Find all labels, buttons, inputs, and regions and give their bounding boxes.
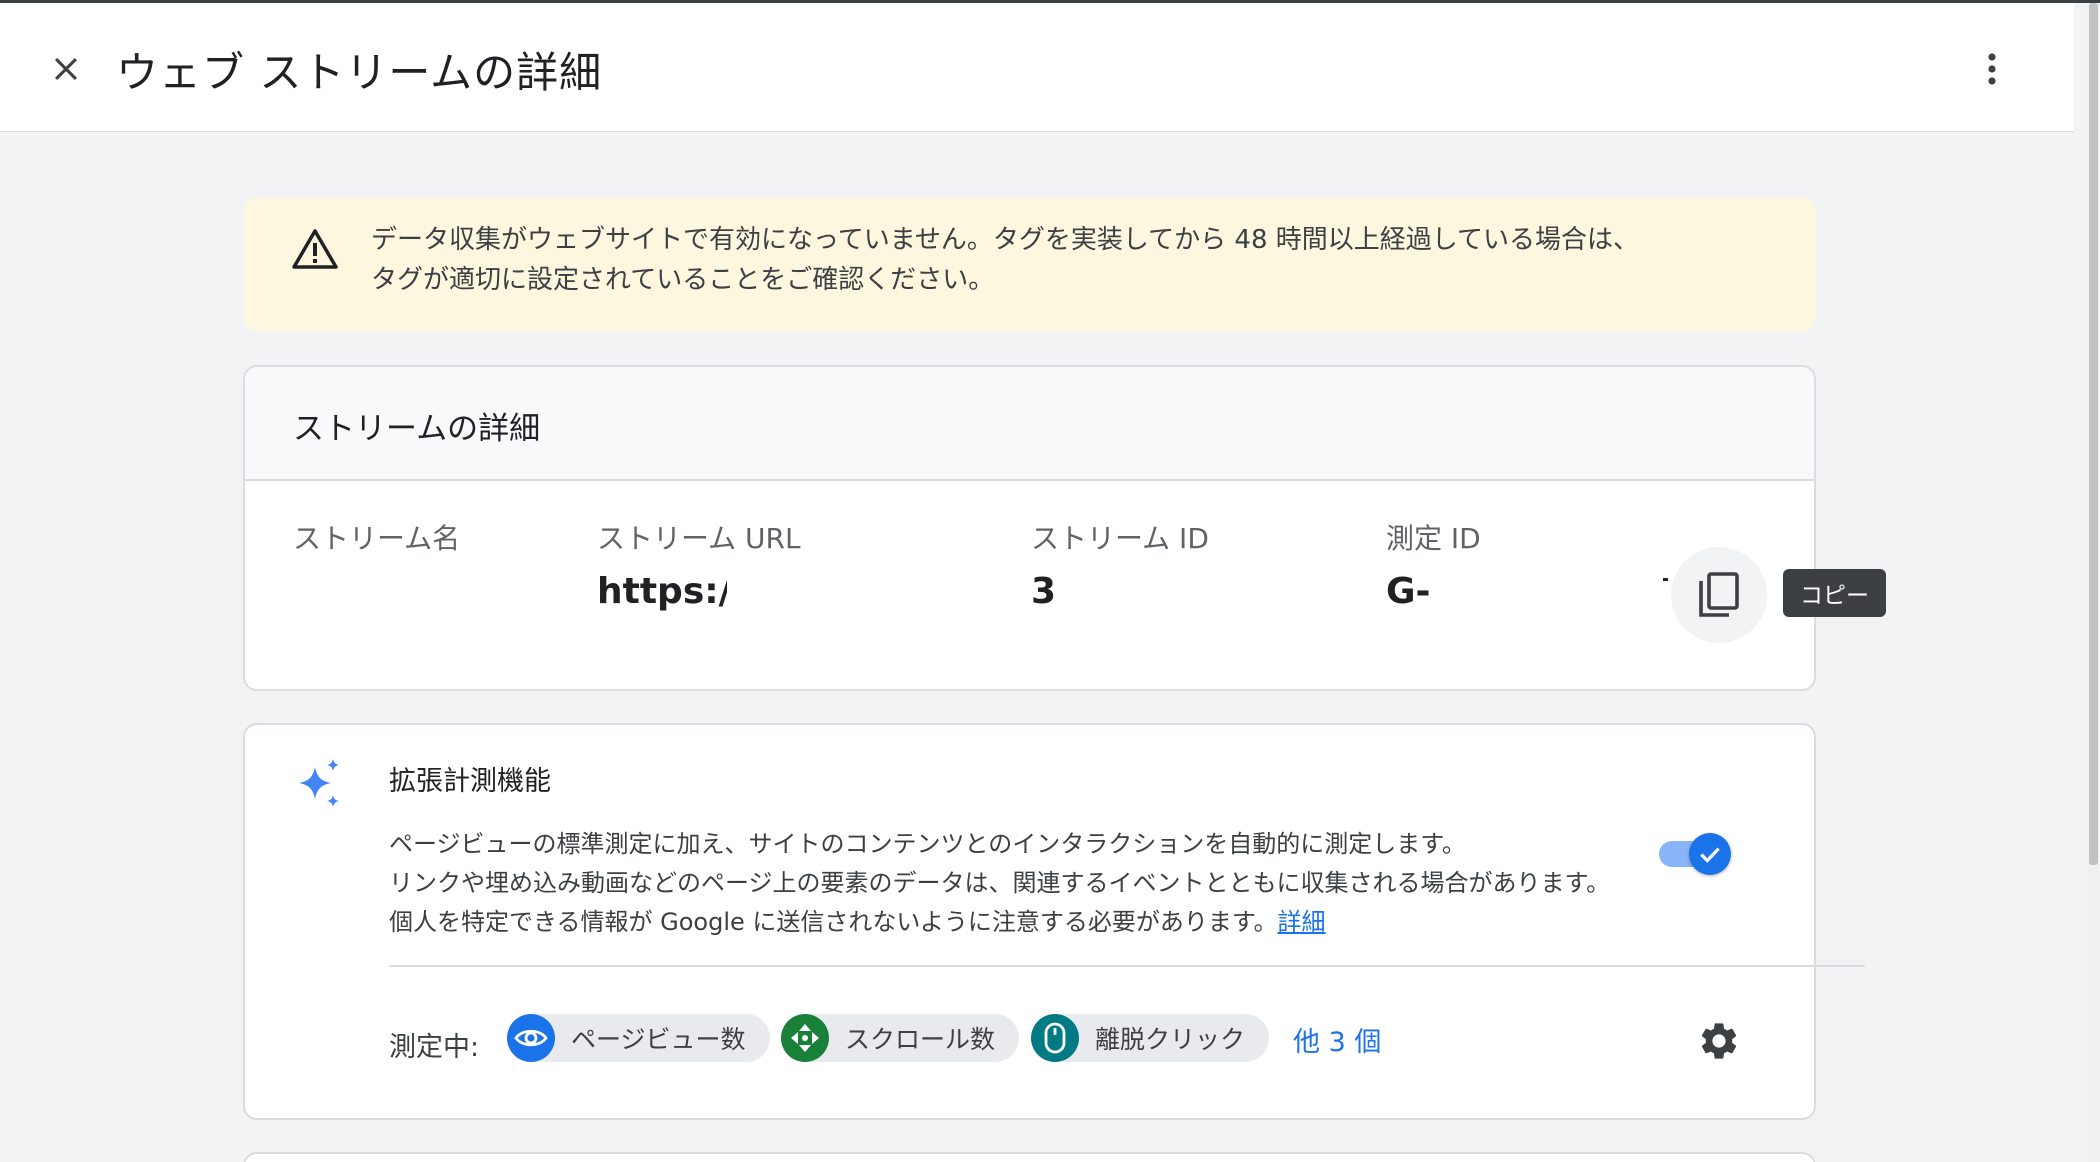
- chip-label: 離脱クリック: [1095, 1025, 1246, 1054]
- close-button[interactable]: [40, 43, 92, 95]
- stream-url-label: ストリーム URL: [597, 522, 801, 555]
- enhanced-measurement-toggle[interactable]: [1655, 833, 1735, 875]
- warning-line-1: データ収集がウェブサイトで有効になっていません。タグを実装してから 48 時間以…: [371, 225, 1639, 255]
- enhanced-measurement-description: ページビューの標準測定に加え、サイトのコンテンツとのインタラクションを自動的に測…: [389, 825, 1610, 942]
- chip-label: ページビュー数: [571, 1025, 746, 1054]
- description-line-3-text: 個人を特定できる情報が Google に送信されないように注意する必要があります…: [389, 908, 1278, 936]
- warning-message: データ収集がウェブサイトで有効になっていません。タグを実装してから 48 時間以…: [371, 220, 1639, 300]
- measurement-id-overflow: [1663, 578, 1668, 581]
- measurement-id-label: 測定 ID: [1386, 522, 1481, 555]
- page-header: ウェブ ストリームの詳細: [0, 3, 2074, 132]
- learn-more-link[interactable]: 詳細: [1278, 908, 1326, 936]
- close-icon: [54, 57, 78, 81]
- scroll-arrows-icon: [781, 1014, 829, 1062]
- enhanced-measurement-settings-button[interactable]: [1693, 1015, 1745, 1067]
- more-vert-icon: [1988, 53, 1996, 85]
- chip-scrolls[interactable]: スクロール数: [781, 1014, 1020, 1062]
- chip-page-views[interactable]: ページビュー数: [507, 1014, 770, 1062]
- mouse-icon: [1031, 1014, 1079, 1062]
- copy-icon: [1699, 572, 1739, 617]
- more-options-button[interactable]: [1966, 43, 2018, 95]
- stream-details-header: ストリームの詳細: [245, 367, 1814, 481]
- enhanced-measurement-card: 拡張計測機能 ページビューの標準測定に加え、サイトのコンテンツとのインタラクショ…: [243, 723, 1865, 1120]
- stream-id-label: ストリーム ID: [1031, 522, 1209, 555]
- chip-label: スクロール数: [845, 1025, 996, 1054]
- check-icon: [1700, 847, 1720, 863]
- stream-name-label: ストリーム名: [293, 522, 461, 555]
- chip-outbound-clicks[interactable]: 離脱クリック: [1031, 1014, 1270, 1062]
- eye-icon: [507, 1014, 555, 1062]
- page-title: ウェブ ストリームの詳細: [116, 48, 603, 97]
- copy-measurement-id-button[interactable]: [1671, 547, 1767, 643]
- stream-details-card: ストリームの詳細 ストリーム名 ストリーム URL https:// ストリーム…: [243, 365, 1816, 691]
- measuring-label: 測定中:: [389, 1032, 480, 1063]
- enhanced-measurement-title: 拡張計測機能: [389, 766, 551, 797]
- measurement-id-value: G-: [1386, 571, 1431, 612]
- stream-url-value: https://: [597, 571, 727, 612]
- warning-icon: [292, 229, 338, 269]
- scrollbar[interactable]: [2086, 3, 2100, 1162]
- sparkle-icon: [299, 759, 339, 807]
- data-collection-warning: データ収集がウェブサイトで有効になっていません。タグを実装してから 48 時間以…: [243, 198, 1816, 331]
- description-line-3: 個人を特定できる情報が Google に送信されないように注意する必要があります…: [389, 903, 1610, 942]
- copy-tooltip: コピー: [1783, 569, 1886, 617]
- scrollbar-thumb[interactable]: [2089, 3, 2098, 865]
- description-line-2: リンクや埋め込み動画などのページ上の要素のデータは、関連するイベントとともに収集…: [389, 869, 1611, 897]
- gear-icon: [1701, 1023, 1737, 1059]
- description-line-1: ページビューの標準測定に加え、サイトのコンテンツとのインタラクションを自動的に測…: [389, 830, 1466, 858]
- stream-details-title: ストリームの詳細: [293, 411, 541, 447]
- section-divider: [389, 965, 1865, 967]
- warning-line-2: タグが適切に設定されていることをご確認ください。: [371, 265, 995, 295]
- stream-id-value: 3: [1031, 571, 1057, 612]
- toggle-knob: [1689, 833, 1731, 875]
- next-card: [243, 1152, 1816, 1162]
- more-events-link[interactable]: 他 3 個: [1293, 1020, 1381, 1059]
